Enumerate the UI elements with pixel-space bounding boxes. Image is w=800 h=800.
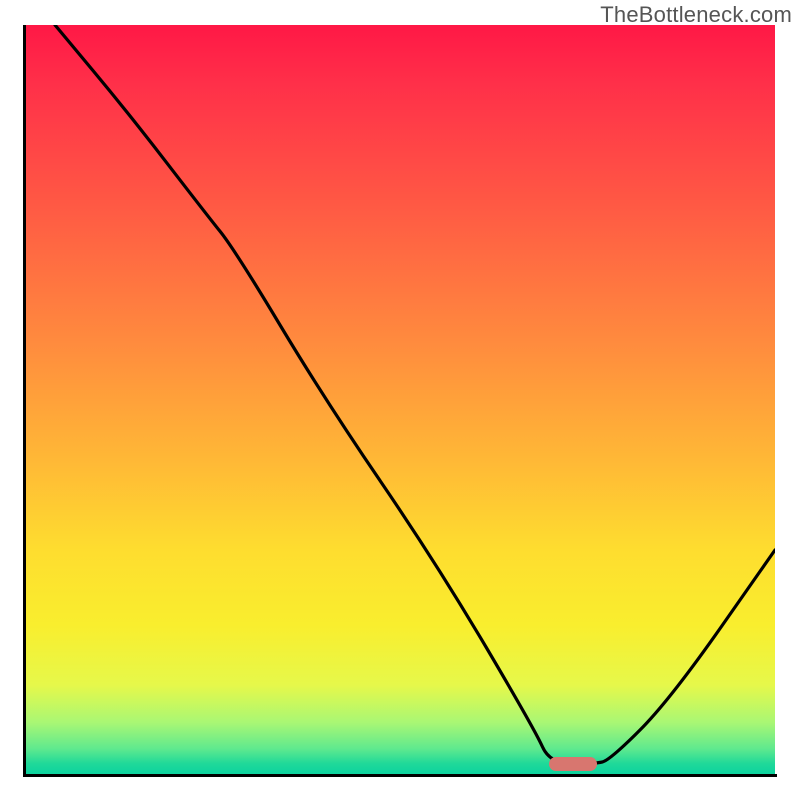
chart-canvas: TheBottleneck.com (0, 0, 800, 800)
bottleneck-curve (25, 25, 775, 775)
optimal-marker (549, 757, 597, 771)
x-axis (23, 774, 777, 777)
plot-area (25, 25, 775, 775)
watermark-text: TheBottleneck.com (600, 2, 792, 28)
y-axis (23, 25, 26, 777)
